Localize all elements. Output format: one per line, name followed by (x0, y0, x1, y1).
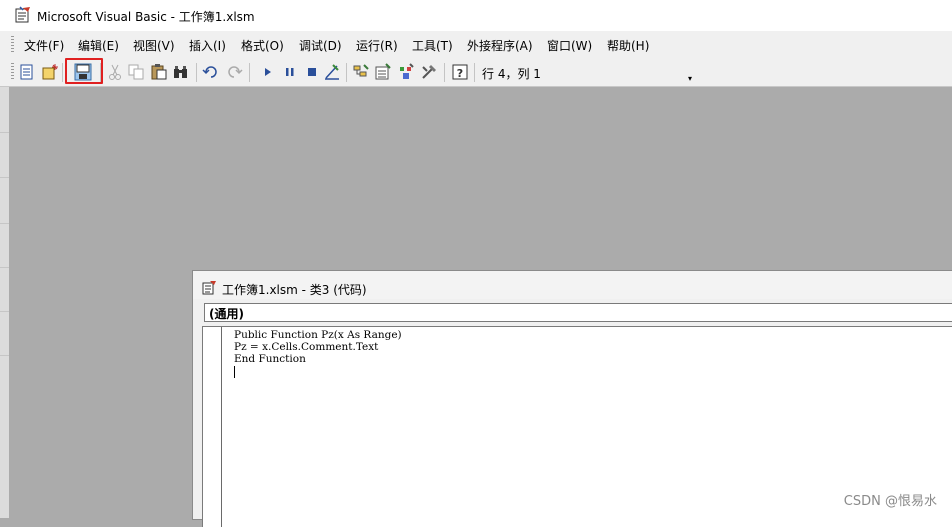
toolbar-separator (62, 63, 63, 82)
find-icon[interactable] (172, 63, 190, 81)
menu-insert[interactable]: 插入(I) (189, 37, 226, 54)
cursor-position: 行 4，列 1 (482, 67, 541, 81)
insert-module-icon[interactable] (41, 63, 59, 81)
design-mode-icon[interactable] (323, 63, 341, 81)
save-button-highlight (65, 58, 103, 84)
menu-run[interactable]: 运行(R) (356, 37, 398, 54)
break-icon[interactable] (281, 63, 299, 81)
redo-icon[interactable] (225, 63, 243, 81)
undo-icon[interactable] (202, 63, 220, 81)
menu-grip[interactable] (11, 36, 14, 54)
object-browser-icon[interactable] (397, 63, 415, 81)
properties-icon[interactable] (374, 63, 392, 81)
toolbar-overflow-chevron[interactable]: ▾ (688, 74, 692, 83)
code-line: Pz = x.Cells.Comment.Text (234, 341, 379, 353)
code-window-icon (202, 280, 217, 295)
code-editor[interactable]: Public Function Pz(x As Range) Pz = x.Cel… (202, 326, 952, 527)
svg-text:?: ? (457, 67, 463, 80)
menu-addins[interactable]: 外接程序(A) (467, 37, 533, 54)
left-dock-strip (0, 87, 9, 518)
code-margin-indicator-bar[interactable] (203, 327, 222, 527)
object-combo-value: (通用) (209, 307, 244, 321)
toolbar-separator (346, 63, 347, 82)
menu-format[interactable]: 格式(O) (241, 37, 284, 54)
copy-icon[interactable] (127, 63, 145, 81)
code-line: End Function (234, 353, 306, 365)
code-window-title: 工作簿1.xlsm - 类3 (代码) (222, 283, 367, 297)
cut-icon[interactable] (106, 63, 124, 81)
menu-edit[interactable]: 编辑(E) (78, 37, 119, 54)
toolbar-separator (249, 63, 250, 82)
toolbar-separator (444, 63, 445, 82)
object-combo-box[interactable]: (通用) (204, 303, 952, 322)
vba-app-icon (14, 6, 32, 24)
standard-toolbar: ? (0, 59, 952, 87)
window-title: Microsoft Visual Basic - 工作簿1.xlsm (37, 10, 255, 24)
code-text[interactable]: Public Function Pz(x As Range) Pz = x.Cel… (234, 329, 402, 365)
menu-file[interactable]: 文件(F) (24, 37, 64, 54)
toolbar-separator (196, 63, 197, 82)
menu-view[interactable]: 视图(V) (133, 37, 175, 54)
help-icon[interactable]: ? (451, 63, 469, 81)
reset-icon[interactable] (303, 63, 321, 81)
toolbox-icon[interactable] (420, 63, 438, 81)
menu-bar: 文件(F) 编辑(E) 视图(V) 插入(I) 格式(O) 调试(D) 运行(R… (0, 31, 952, 59)
menu-tools[interactable]: 工具(T) (412, 37, 453, 54)
title-bar: Microsoft Visual Basic - 工作簿1.xlsm (0, 0, 952, 31)
menu-help[interactable]: 帮助(H) (607, 37, 649, 54)
project-explorer-icon[interactable] (352, 63, 370, 81)
run-icon[interactable] (259, 63, 277, 81)
menu-window[interactable]: 窗口(W) (547, 37, 592, 54)
paste-icon[interactable] (150, 63, 168, 81)
text-caret (234, 366, 235, 378)
toolbar-separator (474, 63, 475, 82)
toolbar-grip[interactable] (11, 63, 14, 81)
code-window-title-bar[interactable]: 工作簿1.xlsm - 类3 (代码) (193, 271, 952, 299)
code-line: Public Function Pz(x As Range) (234, 329, 402, 341)
view-excel-icon[interactable] (18, 63, 36, 81)
menu-debug[interactable]: 调试(D) (299, 37, 342, 54)
code-window[interactable]: 工作簿1.xlsm - 类3 (代码) (通用) Public Function… (192, 270, 952, 527)
watermark: CSDN @恨易水 (843, 494, 937, 509)
